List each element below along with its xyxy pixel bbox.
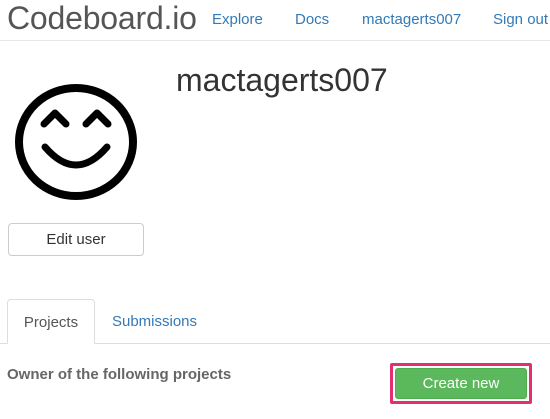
page: Codeboard.io Explore Docs mactagerts007 …	[0, 0, 550, 419]
smiley-face-icon	[15, 84, 137, 200]
tab-projects[interactable]: Projects	[7, 299, 95, 344]
avatar	[14, 83, 138, 201]
nav-user-profile[interactable]: mactagerts007	[362, 11, 461, 29]
nav-explore[interactable]: Explore	[212, 11, 263, 29]
create-button-highlight: Create new	[390, 363, 532, 404]
profile-username: mactagerts007	[176, 62, 388, 98]
create-new-button[interactable]: Create new	[395, 368, 527, 399]
nav-docs[interactable]: Docs	[295, 11, 329, 29]
navbar: Codeboard.io Explore Docs mactagerts007 …	[0, 0, 550, 41]
nav-sign-out[interactable]: Sign out	[493, 11, 548, 29]
tab-submissions[interactable]: Submissions	[104, 299, 205, 344]
owner-projects-label: Owner of the following projects	[7, 366, 232, 383]
brand-logo[interactable]: Codeboard.io	[7, 0, 197, 38]
edit-user-button[interactable]: Edit user	[8, 223, 144, 256]
